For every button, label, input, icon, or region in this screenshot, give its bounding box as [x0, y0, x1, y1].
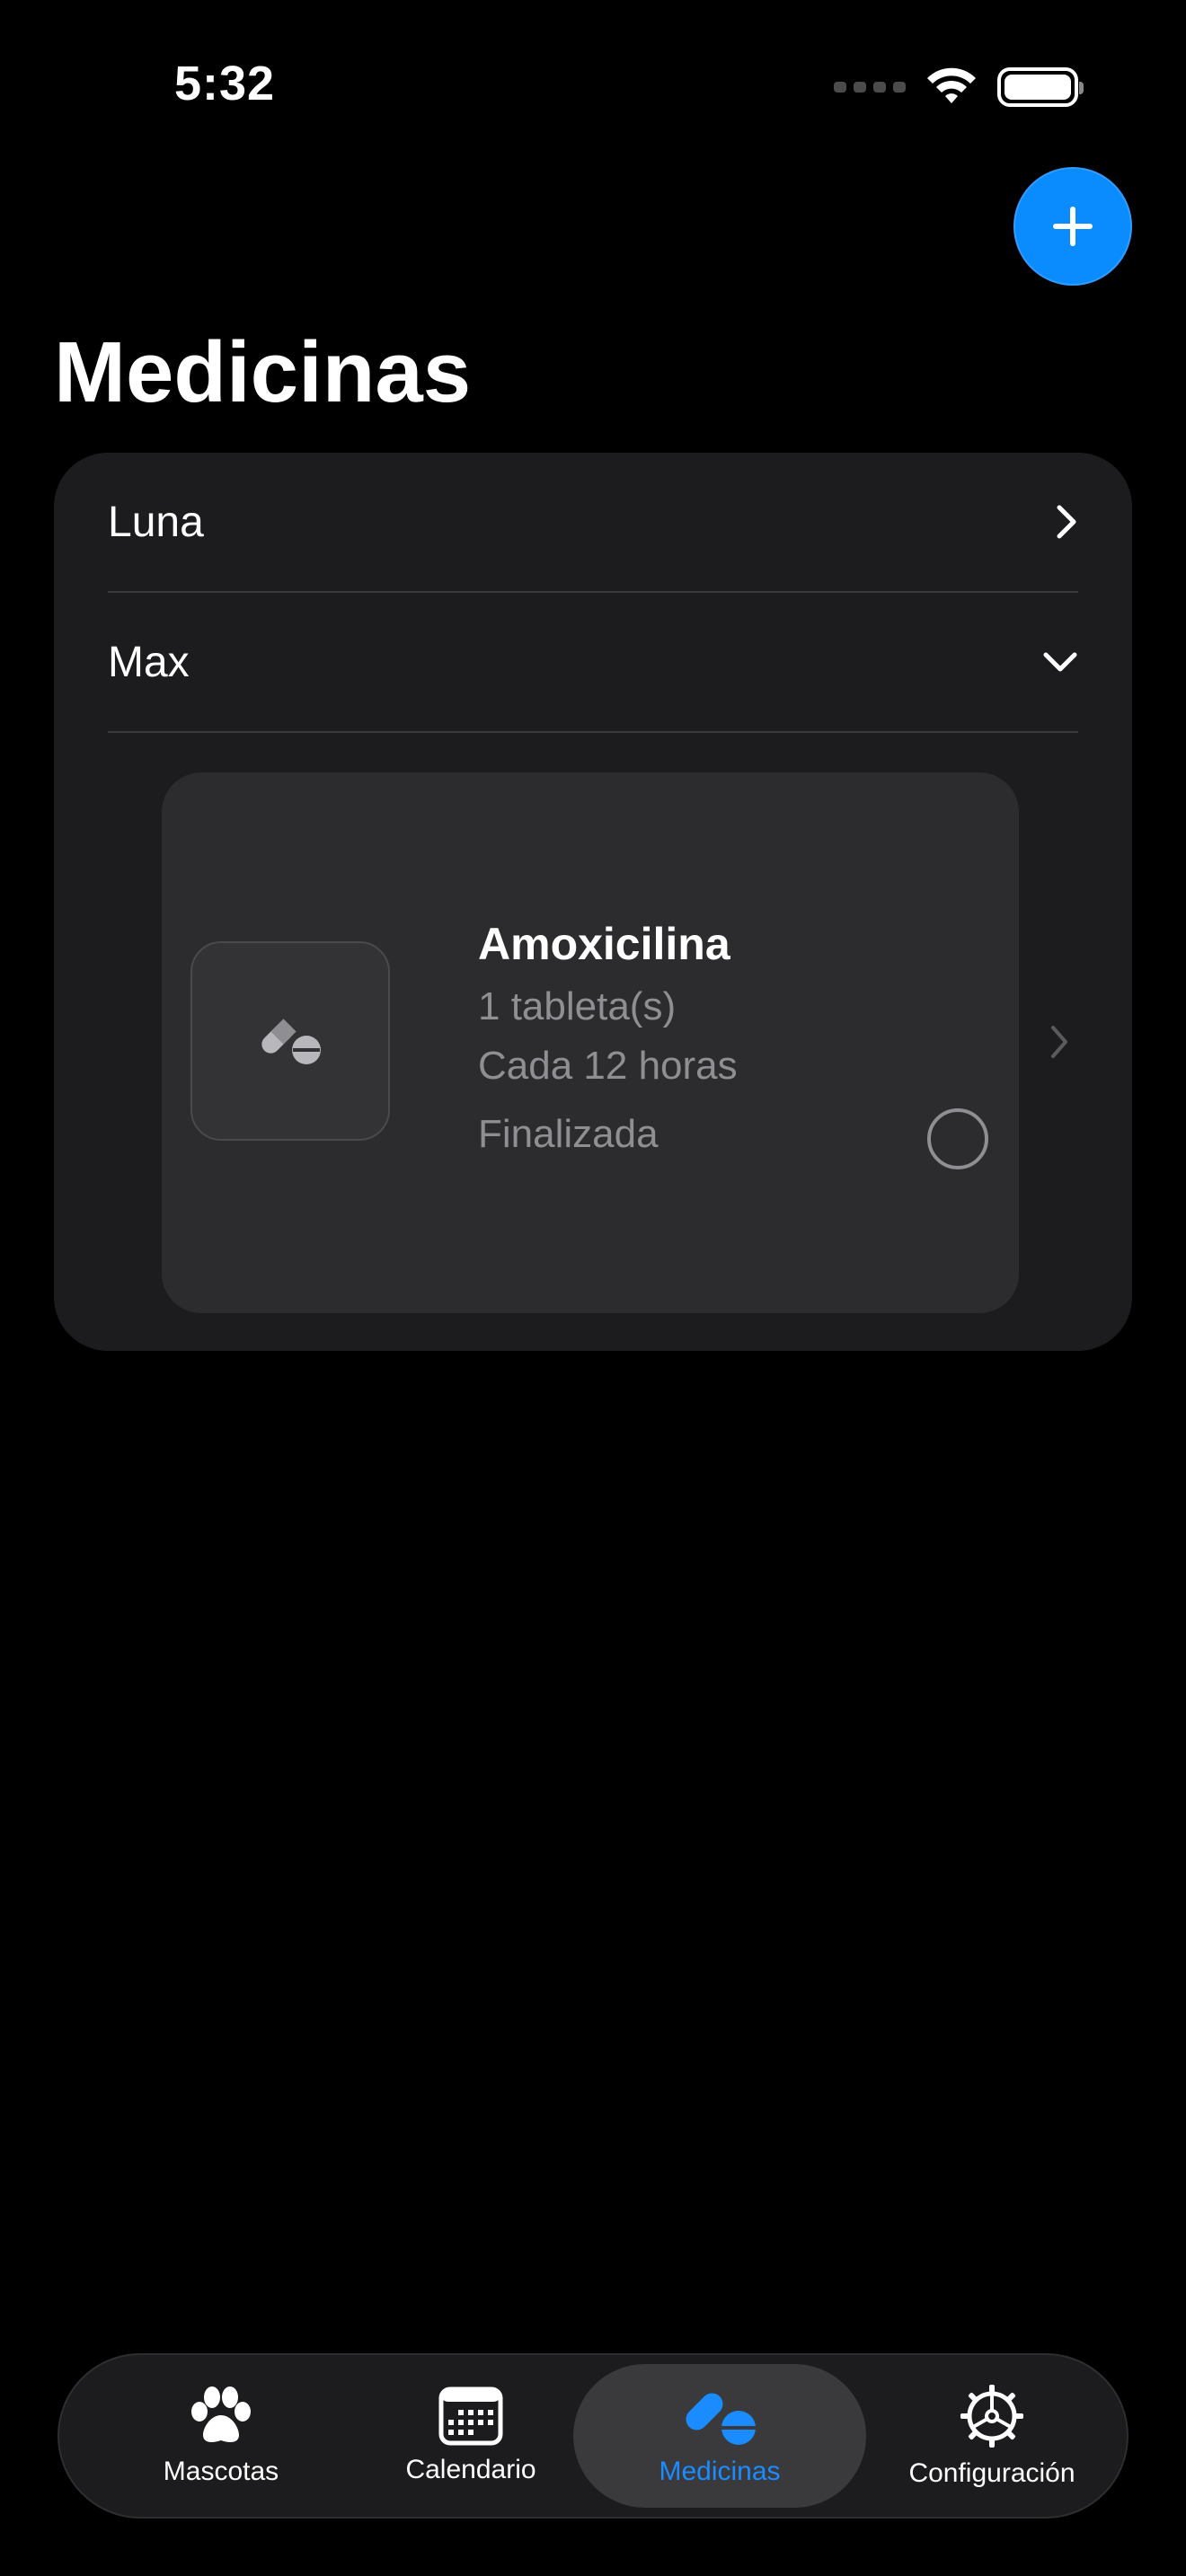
medicine-status: Finalizada [478, 1112, 659, 1156]
tab-configuracion[interactable]: Configuración [866, 2364, 1118, 2508]
medicine-name: Amoxicilina [478, 919, 730, 969]
tab-medicinas[interactable]: Medicinas [573, 2364, 866, 2508]
status-indicators [834, 65, 1084, 110]
pets-medicine-list: Luna Max Amoxicilina 1 tableta(s) Cada 1… [54, 453, 1132, 1351]
battery-icon [997, 67, 1084, 107]
gear-icon [960, 2385, 1023, 2448]
tab-label: Mascotas [163, 2457, 279, 2486]
medicine-thumbnail [190, 941, 390, 1141]
app-screen: 5:32 Medicinas Luna Max Amoxicilina 1 ta… [0, 0, 1186, 2576]
chevron-right-icon [1051, 1026, 1067, 1058]
chevron-down-icon [1043, 652, 1077, 672]
cellular-signal-icon [834, 82, 906, 93]
chevron-right-icon [1057, 505, 1076, 539]
wifi-icon [927, 67, 976, 103]
tab-mascotas[interactable]: Mascotas [95, 2364, 347, 2508]
pet-name: Luna [108, 498, 204, 546]
page-title: Medicinas [54, 324, 472, 420]
plus-icon [1053, 207, 1093, 246]
paw-icon [191, 2386, 251, 2442]
medicine-dose: 1 tableta(s) [478, 984, 677, 1028]
calendar-icon [438, 2386, 503, 2446]
pet-row-max[interactable]: Max [108, 593, 1078, 733]
tab-label: Calendario [405, 2455, 536, 2484]
status-time: 5:32 [174, 57, 276, 110]
pet-name: Max [108, 638, 190, 686]
completion-checkbox[interactable] [927, 1108, 988, 1169]
tab-label: Medicinas [659, 2457, 781, 2486]
add-medicine-button[interactable] [1013, 167, 1132, 286]
medicine-card[interactable]: Amoxicilina 1 tableta(s) Cada 12 horas F… [162, 772, 1019, 1313]
tab-bar: Mascotas Calendario Medicinas Configurac… [58, 2353, 1128, 2519]
pills-icon [261, 1019, 321, 1064]
pills-icon [686, 2393, 756, 2445]
medicine-frequency: Cada 12 horas [478, 1044, 738, 1088]
tab-calendario[interactable]: Calendario [345, 2364, 597, 2508]
pet-row-luna[interactable]: Luna [108, 453, 1078, 593]
tab-label: Configuración [908, 2458, 1075, 2488]
